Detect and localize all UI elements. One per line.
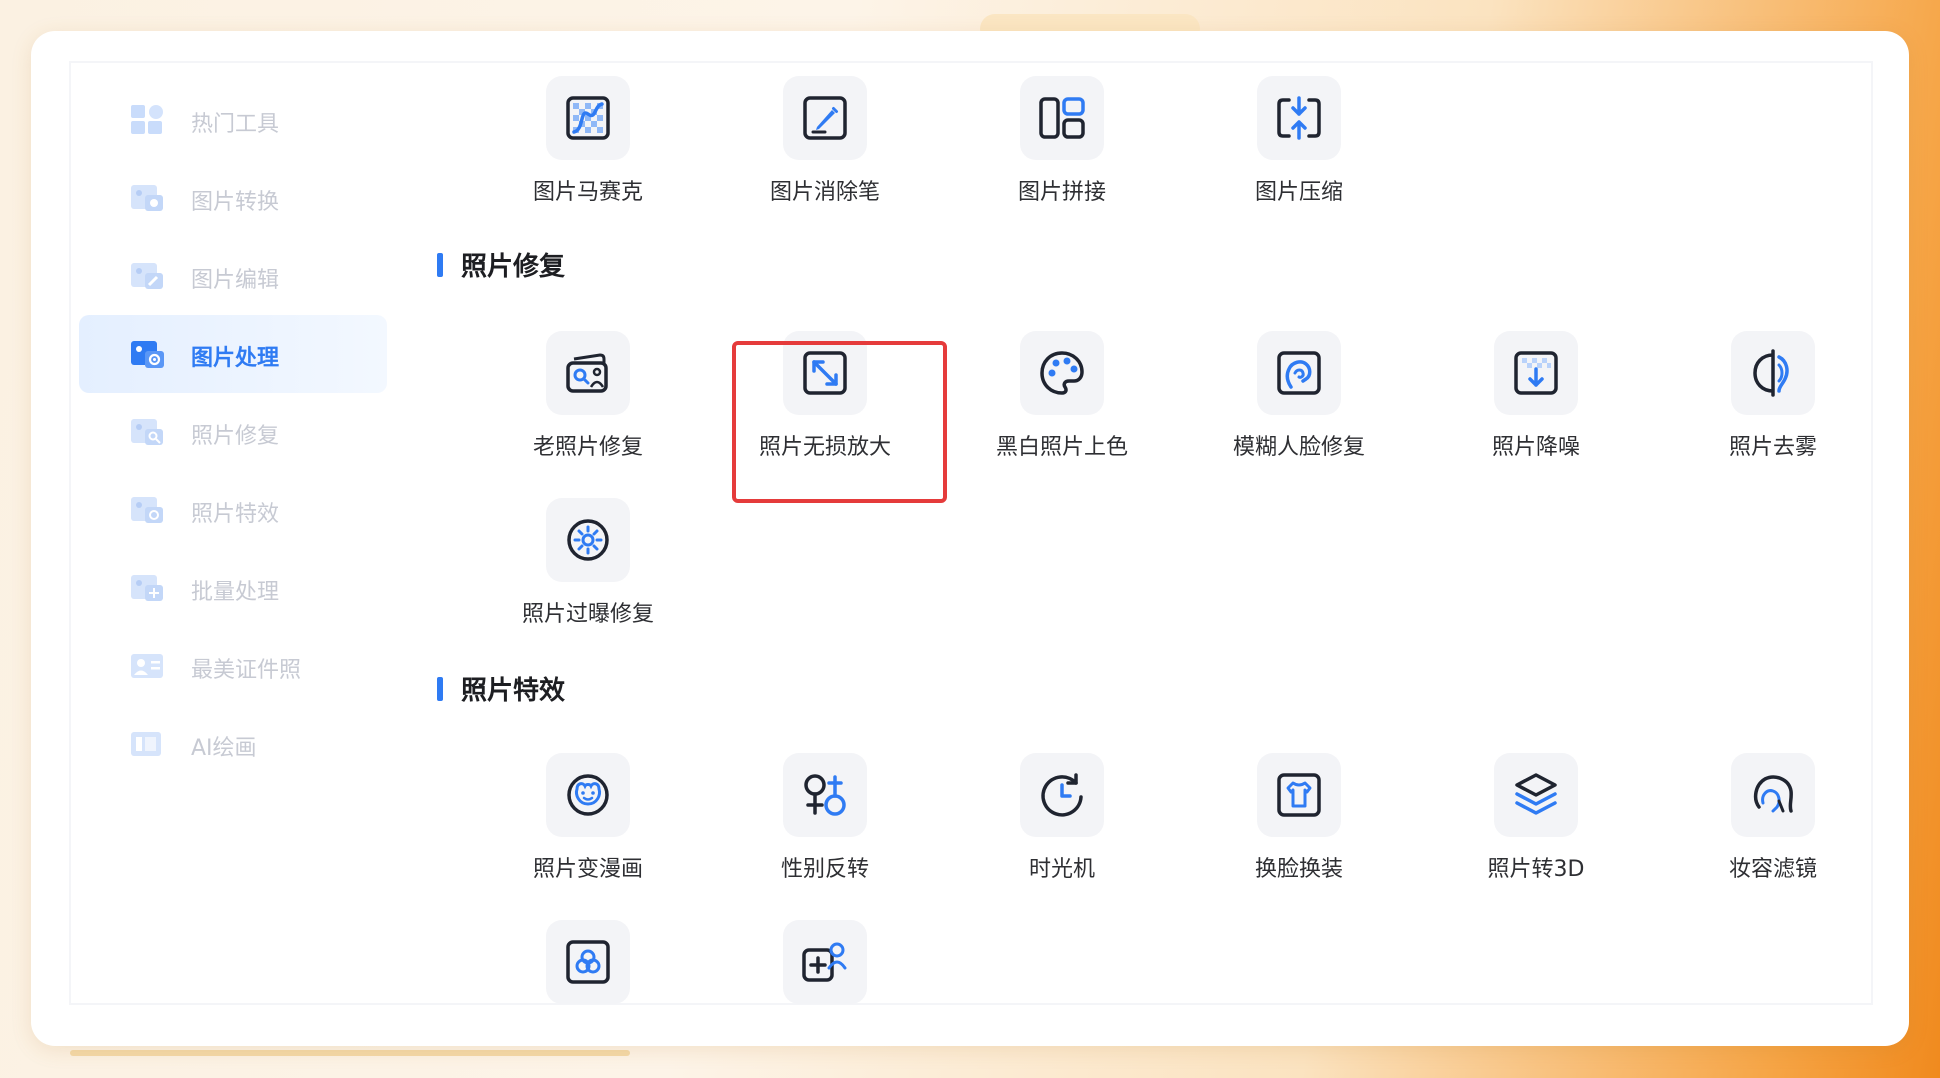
tool-photo-denoise[interactable]: 照片降噪 [1434, 331, 1624, 461]
app-window: 热门工具 图片转换 图片编辑 图片处理 照片修复 照片特效 批量处理 最美证件照… [31, 31, 1909, 1046]
tool-portrait-frame[interactable] [486, 920, 676, 1050]
photo-repair-icon [131, 417, 165, 447]
sidebar-item-image-convert[interactable]: 图片转换 [79, 159, 387, 237]
old-photo-icon [566, 353, 608, 393]
sidebar-item-batch-process[interactable]: 批量处理 [79, 549, 387, 627]
tool-label: 妆容滤镜 [1728, 857, 1817, 882]
sidebar-item-image-process[interactable]: 图片处理 [79, 315, 387, 393]
sidebar-item-label: 照片修复 [191, 424, 280, 449]
tool-add-person[interactable] [723, 920, 913, 1050]
denoise-icon [1514, 351, 1558, 395]
exposure-icon [567, 519, 609, 561]
tool-label: 图片拼接 [1017, 180, 1106, 205]
tool-face-repair[interactable]: 模糊人脸修复 [1197, 331, 1387, 461]
tool-photo-cartoon[interactable]: 照片变漫画 [486, 753, 676, 883]
highlight-box [732, 341, 947, 503]
tool-label: 时光机 [1028, 857, 1095, 882]
face-repair-icon [1277, 351, 1321, 395]
tool-old-photo-repair[interactable]: 老照片修复 [486, 331, 676, 461]
mosaic-icon [566, 96, 610, 140]
id-photo-icon [131, 651, 165, 681]
sidebar-item-label: AI绘画 [191, 736, 257, 761]
sidebar-item-label: 图片转换 [191, 190, 280, 215]
palette-icon [1040, 351, 1084, 395]
tool-makeup-filter[interactable]: 妆容滤镜 [1671, 753, 1861, 883]
tool-face-outfit-swap[interactable]: 换脸换装 [1197, 753, 1387, 883]
sidebar-item-photo-repair[interactable]: 照片修复 [79, 393, 387, 471]
bottom-progress-strip [70, 1050, 630, 1056]
tool-bw-colorize[interactable]: 黑白照片上色 [960, 331, 1150, 461]
tool-image-mosaic[interactable]: 图片马赛克 [486, 76, 676, 206]
sidebar-item-label: 图片处理 [191, 346, 280, 371]
sidebar-item-hot-tools[interactable]: 热门工具 [79, 81, 387, 159]
tool-time-machine[interactable]: 时光机 [960, 753, 1150, 883]
tool-label: 照片变漫画 [532, 857, 643, 882]
photo-effect-icon [131, 495, 165, 525]
add-person-icon [802, 942, 847, 982]
sidebar-item-id-photo[interactable]: 最美证件照 [79, 627, 387, 705]
section-marker [437, 253, 443, 277]
tool-photo-3d[interactable]: 照片转3D [1434, 753, 1624, 883]
sidebar-item-label: 照片特效 [191, 502, 280, 527]
makeup-filter-icon [1753, 775, 1793, 813]
layers-3d-icon [1515, 773, 1557, 815]
tool-label: 性别反转 [780, 857, 869, 882]
tool-label: 图片消除笔 [769, 180, 880, 205]
sidebar-item-label: 最美证件照 [191, 658, 302, 683]
tool-image-collage[interactable]: 图片拼接 [960, 76, 1150, 206]
tool-label: 图片马赛克 [532, 180, 643, 205]
sidebar-item-label: 热门工具 [191, 112, 280, 137]
tool-label: 黑白照片上色 [995, 435, 1128, 460]
sidebar-item-label: 图片编辑 [191, 268, 280, 293]
section-title-photo-effect: 照片特效 [461, 676, 566, 706]
sidebar-item-photo-effect[interactable]: 照片特效 [79, 471, 387, 549]
cartoon-icon [567, 774, 609, 816]
hot-tools-icon [131, 105, 165, 135]
tool-label: 照片去雾 [1728, 435, 1817, 460]
tool-label: 换脸换装 [1254, 857, 1343, 882]
batch-process-icon [131, 573, 165, 603]
tool-image-compress[interactable]: 图片压缩 [1197, 76, 1387, 206]
tool-gender-swap[interactable]: 性别反转 [723, 753, 913, 883]
image-convert-icon [131, 183, 165, 213]
tool-label: 老照片修复 [532, 435, 643, 460]
image-edit-icon [131, 261, 165, 291]
sidebar-item-ai-paint[interactable]: AI绘画 [79, 705, 387, 783]
sidebar-item-image-edit[interactable]: 图片编辑 [79, 237, 387, 315]
section-title-photo-repair: 照片修复 [461, 252, 566, 282]
time-machine-icon [1041, 773, 1083, 817]
portrait-frame-icon [566, 940, 610, 984]
face-swap-icon [1277, 773, 1321, 817]
tool-label: 照片过曝修复 [521, 602, 654, 627]
ai-paint-icon [131, 729, 165, 759]
tool-label: 照片转3D [1487, 857, 1585, 882]
section-marker [437, 677, 443, 701]
dehaze-icon [1753, 349, 1789, 397]
gender-swap-icon [804, 774, 846, 816]
image-process-icon [131, 339, 165, 369]
compress-icon [1277, 96, 1321, 140]
eraser-pen-icon [803, 96, 847, 140]
tool-label: 照片降噪 [1491, 435, 1580, 460]
collage-icon [1039, 97, 1085, 139]
tool-label: 图片压缩 [1254, 180, 1343, 205]
tool-photo-dehaze[interactable]: 照片去雾 [1671, 331, 1861, 461]
tool-image-eraser-pen[interactable]: 图片消除笔 [723, 76, 913, 206]
sidebar-item-label: 批量处理 [191, 580, 280, 605]
tool-label: 模糊人脸修复 [1232, 435, 1365, 460]
tool-exposure-repair[interactable]: 照片过曝修复 [486, 498, 676, 628]
